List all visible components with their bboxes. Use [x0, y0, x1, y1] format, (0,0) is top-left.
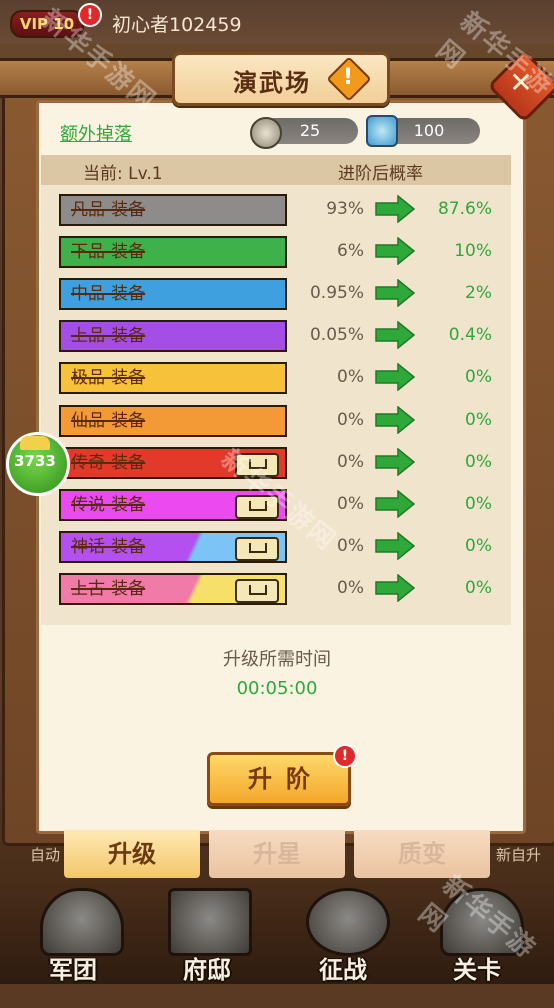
tab-star-up[interactable]: 升星: [209, 830, 345, 878]
nav-battle-label[interactable]: 征战: [298, 950, 388, 985]
tier-name: 仙品-装备: [71, 411, 146, 431]
nav-legion-label[interactable]: 军团: [28, 950, 118, 985]
next-probability: 0%: [465, 367, 492, 387]
tab-upgrade[interactable]: 升级: [64, 830, 200, 878]
arrow-right-icon: [375, 195, 416, 223]
mansion-icon[interactable]: [168, 888, 252, 956]
current-probability: 6%: [337, 241, 364, 261]
table-header: 当前: Lv.1 进阶后概率: [41, 155, 511, 185]
next-probability: 2%: [465, 283, 492, 303]
next-probability: 0%: [465, 410, 492, 430]
arrow-right-icon: [375, 363, 416, 391]
next-probability: 0%: [465, 452, 492, 472]
upgrade-button[interactable]: 升阶: [207, 752, 351, 806]
auto-label: 自动: [30, 846, 61, 864]
tier-bar: 仙品-装备: [59, 405, 287, 437]
upgrade-time-label: 升级所需时间: [223, 649, 331, 670]
locked-chest-icon[interactable]: [235, 579, 279, 603]
next-probability: 0.4%: [448, 325, 492, 345]
current-probability: 0%: [337, 452, 364, 472]
tier-name: 上古-装备: [71, 579, 146, 599]
arrow-right-icon: [375, 490, 416, 518]
arrow-right-icon: [375, 532, 416, 560]
next-probability: 0%: [465, 494, 492, 514]
battle-icon[interactable]: [306, 888, 390, 956]
warning-mark: !: [342, 65, 354, 90]
tab-mutation[interactable]: 质变: [354, 830, 490, 878]
current-probability: 0.95%: [309, 283, 364, 303]
arrow-right-icon: [375, 448, 416, 476]
coin-value: 25: [299, 121, 321, 140]
nav-mansion-label[interactable]: 府邸: [162, 950, 252, 985]
tier-name: 上品-装备: [71, 326, 146, 346]
next-probability: 0%: [465, 536, 492, 556]
tier-bar: 极品-装备: [59, 362, 287, 394]
upgrade-alert-badge: !: [333, 744, 357, 768]
tier-bar: 神话-装备: [59, 531, 287, 563]
arrow-right-icon: [375, 279, 416, 307]
next-probability: 0%: [465, 578, 492, 598]
extra-drop-link[interactable]: 额外掉落: [60, 120, 132, 146]
upgrade-time-value: 00:05:00: [236, 678, 318, 699]
tier-bar: 中品-装备: [59, 278, 287, 310]
current-level-header: 当前: Lv.1: [83, 164, 163, 184]
dialog-title: 演武场: [233, 69, 311, 97]
tier-bar: 上古-装备: [59, 573, 287, 605]
app-3733-label: 3733: [14, 452, 56, 470]
legion-icon[interactable]: [40, 888, 124, 956]
next-probability-header: 进阶后概率: [338, 164, 423, 184]
tier-name: 凡品-装备: [71, 200, 146, 220]
current-probability: 0%: [337, 410, 364, 430]
tier-bar: 下品-装备: [59, 236, 287, 268]
next-probability: 87.6%: [437, 199, 492, 219]
arrow-right-icon: [375, 406, 416, 434]
upgrade-button-label: 升阶: [248, 765, 324, 793]
locked-chest-icon[interactable]: [235, 537, 279, 561]
tier-name: 中品-装备: [71, 284, 146, 304]
auto-upgrade-label: 新自升: [496, 846, 542, 864]
lock-slot: [249, 585, 267, 595]
tier-bar: 凡品-装备: [59, 194, 287, 226]
next-probability: 10%: [454, 241, 492, 261]
tier-name: 下品-装备: [71, 242, 146, 262]
tier-name: 传奇-装备: [71, 453, 146, 473]
hourglass-icon: [366, 115, 398, 147]
player-name: 初心者102459: [112, 14, 242, 36]
current-probability: 0.05%: [309, 325, 364, 345]
app-3733-face-icon: [20, 436, 50, 450]
arrow-right-icon: [375, 321, 416, 349]
tier-name: 传说-装备: [71, 495, 146, 515]
coin-icon: [250, 117, 282, 149]
lock-slot: [249, 543, 267, 553]
arrow-right-icon: [375, 237, 416, 265]
current-probability: 0%: [337, 578, 364, 598]
arrow-right-icon: [375, 574, 416, 602]
current-probability: 93%: [326, 199, 364, 219]
dialog-title-plate: 演武场 !: [172, 52, 390, 106]
tier-bar: 上品-装备: [59, 320, 287, 352]
tier-name: 神话-装备: [71, 537, 146, 557]
current-probability: 0%: [337, 367, 364, 387]
hourglass-value: 100: [413, 121, 445, 140]
tier-name: 极品-装备: [71, 368, 146, 388]
